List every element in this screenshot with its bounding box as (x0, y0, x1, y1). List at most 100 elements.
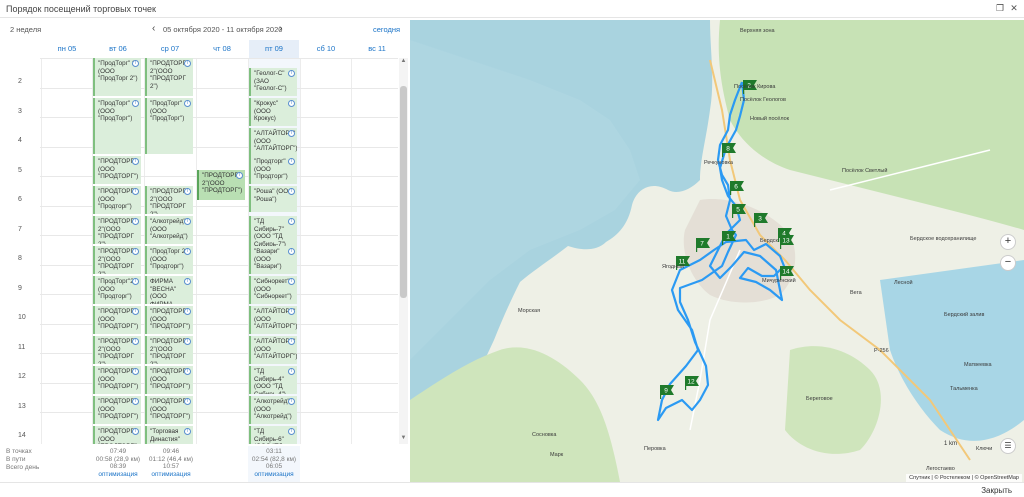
info-icon[interactable]: i (184, 398, 191, 405)
day-header-3[interactable]: чт 08 (197, 40, 247, 58)
visit-event[interactable]: "Алкотрейд" (ООО "Алкотрейд") i (249, 396, 297, 424)
visit-event[interactable]: "ПРОДТОРГ 2"(ООО "ПРОДТОРГ 2")i (145, 58, 193, 96)
info-icon[interactable]: i (288, 398, 295, 405)
info-icon[interactable]: i (184, 368, 191, 375)
visit-event[interactable]: "ПРОДТОРГ" (ООО "ПРОДТОРГ")i (145, 366, 193, 394)
visit-event[interactable]: "ПродТорг" (ООО "ПродТорг") i (93, 98, 141, 154)
visit-event[interactable]: "Вазари" (ООО "Вазари") i (249, 246, 297, 274)
visit-event[interactable]: "Геолог-С" (ЗАО "Геолог-С") i (249, 68, 297, 96)
visit-event[interactable]: "Роша" (ООО "Роша") i (249, 186, 297, 212)
day-header-2[interactable]: ср 07 (145, 40, 195, 58)
visit-event[interactable]: "ПРОДТОРГ 2"(ООО "ПРОДТОРГ 2")i (93, 336, 141, 364)
visit-event[interactable]: "ПродТорг" 2"(ООО "ПродТорг 2") i (93, 58, 141, 96)
info-icon[interactable]: i (132, 338, 139, 345)
visit-event[interactable]: "ПРОДТОРГ" (ООО "ПРОДТОРГ")i (93, 156, 141, 184)
optimize-fri-link[interactable]: оптимизация (248, 471, 300, 479)
info-icon[interactable]: i (288, 278, 295, 285)
visit-event[interactable]: "ПродТорг" (ООО "ПродТорг") i (145, 98, 193, 154)
info-icon[interactable]: i (132, 60, 139, 67)
info-icon[interactable]: i (288, 428, 295, 435)
info-icon[interactable]: i (288, 70, 295, 77)
info-icon[interactable]: i (288, 188, 295, 195)
info-icon[interactable]: i (288, 130, 295, 137)
info-icon[interactable]: i (132, 398, 139, 405)
info-icon[interactable]: i (184, 248, 191, 255)
info-icon[interactable]: i (184, 188, 191, 195)
info-icon[interactable]: i (184, 278, 191, 285)
visit-event[interactable]: "АЛТАЙТОРГ" (ООО "АЛТАЙТОРГ") i (249, 128, 297, 156)
info-icon[interactable]: i (132, 248, 139, 255)
visit-event[interactable]: "ПРОДТОРГ" (ООО "ПРОДТОРГ")i (93, 366, 141, 394)
scroll-thumb[interactable] (400, 86, 407, 298)
map-canvas[interactable]: 28615341371411912 Верхняя зонаПосёлок Ки… (410, 20, 1024, 482)
zoom-out-button[interactable]: − (1000, 255, 1016, 271)
calendar-scrollbar[interactable]: ▲ ▼ (399, 58, 408, 444)
visit-event[interactable]: "ПродТорг 2" (ООО "Продторг") i (145, 246, 193, 274)
info-icon[interactable]: i (132, 308, 139, 315)
visit-event[interactable]: "ПРОДТОРГ 2"(ООО "ПРОДТОРГ 2")i (93, 246, 141, 274)
info-icon[interactable]: i (236, 172, 243, 179)
restore-icon[interactable]: ❐ (994, 2, 1006, 14)
info-icon[interactable]: i (288, 308, 295, 315)
visit-event[interactable]: "ПРОДТОРГ 2"(ООО "ПРОДТОРГ 2")i (93, 216, 141, 244)
info-icon[interactable]: i (132, 278, 139, 285)
prev-week-button[interactable]: ‹ (152, 23, 155, 34)
info-icon[interactable]: i (184, 338, 191, 345)
visit-event[interactable]: "ТД Сибирь-6" (ООО "ТД Сибирь-6") i (249, 426, 297, 444)
visit-event[interactable]: "ПРОДТОРГ" (ООО "Продторг") i (93, 186, 141, 214)
info-icon[interactable]: i (184, 308, 191, 315)
scroll-up-icon[interactable]: ▲ (400, 58, 407, 66)
info-icon[interactable]: i (184, 100, 191, 107)
visit-event[interactable]: "ПРОДТОРГ 2"(ООО "ПРОДТОРГ 2")i (145, 186, 193, 214)
info-icon[interactable]: i (288, 248, 295, 255)
scroll-down-icon[interactable]: ▼ (400, 435, 407, 443)
info-icon[interactable]: i (132, 158, 139, 165)
visit-event[interactable]: "АЛТАЙТОРГ" (ООО "АЛТАЙТОРГ") i (249, 306, 297, 334)
visit-event[interactable]: "ТД Сибирь-4" (ООО "ТД Сибирь-4")i (249, 366, 297, 394)
day-header-5[interactable]: сб 10 (301, 40, 351, 58)
info-icon[interactable]: i (288, 218, 295, 225)
visit-event[interactable]: "ПРОДТОРГ" (ООО "ПРОДТОРГ")i (93, 426, 141, 444)
info-icon[interactable]: i (132, 218, 139, 225)
info-icon[interactable]: i (132, 368, 139, 375)
info-icon[interactable]: i (184, 60, 191, 67)
optimize-wed-link[interactable]: оптимизация (145, 471, 197, 479)
visit-event[interactable]: "Торговая Династия" i (145, 426, 193, 444)
visit-event[interactable]: "ПРОДТОРГ" (ООО "ПРОДТОРГ")i (93, 306, 141, 334)
visit-event[interactable]: "ПРОДТОРГ" (ООО "ПРОДТОРГ")i (145, 396, 193, 424)
today-button[interactable]: сегодня (373, 25, 400, 34)
visit-event[interactable]: "Алкотрейд" (ООО "Алкотрейд") i (145, 216, 193, 244)
visit-event[interactable]: "Сибноркет" (ООО "Сибноркет") i (249, 276, 297, 304)
day-header-4[interactable]: пт 09 (249, 40, 299, 58)
info-icon[interactable]: i (184, 428, 191, 435)
map-place-label: Марк (550, 452, 564, 458)
visit-event[interactable]: "ПРОДТОРГ 2"(ООО "ПРОДТОРГ") i (197, 170, 245, 200)
info-icon[interactable]: i (184, 218, 191, 225)
layers-icon[interactable]: ☰ (1000, 438, 1016, 454)
visit-event[interactable]: ФИРМА "ВЕСНА"(ООО ФИРМА "ВЕСНА") i (145, 276, 193, 304)
next-week-button[interactable]: › (279, 23, 282, 34)
visit-event[interactable]: "АЛТАЙТОРГ" (ООО "АЛТАЙТОРГ") i (249, 336, 297, 364)
day-header-1[interactable]: вт 06 (93, 40, 143, 58)
close-icon[interactable]: ✕ (1008, 2, 1020, 14)
day-header-6[interactable]: вс 11 (352, 40, 402, 58)
visit-event[interactable]: "ПродТорг"2 (ООО "Продторг") i (93, 276, 141, 304)
route-map[interactable]: 2 8 6 1 5 3 4 13 7 14 11 9 12 Верхняя зона Посёлок Ки… (410, 20, 1024, 482)
info-icon[interactable]: i (288, 158, 295, 165)
optimize-tue-link[interactable]: оптимизация (92, 471, 144, 479)
visit-event[interactable]: "ПРОДТОРГ" (ООО "ПРОДТОРГ")i (93, 396, 141, 424)
visit-event[interactable]: "Продторг" (ООО "Продторг") i (249, 156, 297, 184)
zoom-in-button[interactable]: + (1000, 234, 1016, 250)
info-icon[interactable]: i (288, 338, 295, 345)
close-button[interactable]: Закрыть (981, 486, 1012, 495)
visit-event[interactable]: "ПРОДТОРГ" (ООО "ПРОДТОРГ")i (145, 306, 193, 334)
info-icon[interactable]: i (132, 100, 139, 107)
info-icon[interactable]: i (288, 368, 295, 375)
visit-event[interactable]: "ПРОДТОРГ 2"(ООО "ПРОДТОРГ 2")i (145, 336, 193, 364)
info-icon[interactable]: i (132, 428, 139, 435)
info-icon[interactable]: i (132, 188, 139, 195)
hour-label: 7 (18, 225, 22, 233)
visit-event[interactable]: "Крокус" (ООО Крокус) i (249, 98, 297, 126)
day-header-0[interactable]: пн 05 (42, 40, 92, 58)
info-icon[interactable]: i (288, 100, 295, 107)
